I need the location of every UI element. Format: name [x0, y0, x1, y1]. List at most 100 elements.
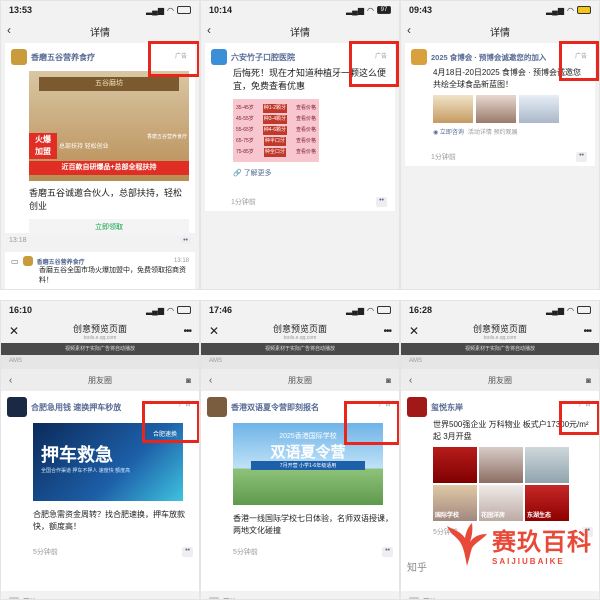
- price-row[interactable]: 55-65岁 种4-6颗牙 查看价格: [236, 125, 316, 136]
- post-time: 5分钟前: [33, 549, 58, 556]
- brand-name[interactable]: 香磨五谷营养食疗: [31, 52, 95, 63]
- brand-name[interactable]: 2025 食博会 · 预博会诚邀您的加入: [431, 52, 546, 63]
- price-row-age: 55-65岁: [236, 127, 254, 133]
- brand-name[interactable]: 玺悦东岸: [431, 402, 463, 413]
- learn-more-link[interactable]: 🔗 了解更多: [233, 168, 389, 178]
- ad-image[interactable]: 五谷磨坊 火爆 加盟 总部扶持 轻松创业 近百款自研爆品+总部全程扶持 香磨五谷营…: [29, 71, 189, 181]
- moments-header: ‹ 朋友圈 ◙: [1, 369, 199, 391]
- more-actions-button[interactable]: ••: [576, 152, 587, 162]
- more-actions-button[interactable]: ••: [182, 547, 193, 557]
- price-row[interactable]: 65-75岁 种半口牙 查看价格: [236, 136, 316, 147]
- battery-icon: [177, 6, 191, 14]
- back-icon[interactable]: ‹: [409, 375, 412, 386]
- back-icon[interactable]: ‹: [9, 375, 12, 386]
- ad-image-grid[interactable]: [433, 95, 589, 123]
- comment-icon: ▭: [11, 256, 19, 266]
- ad-image-thumb[interactable]: [525, 447, 569, 483]
- preview-title-bar: ✕ 创意预览页面 tools.e.qq.com •••: [201, 319, 399, 343]
- price-row-link[interactable]: 查看价格: [296, 126, 316, 135]
- more-icon[interactable]: •••: [383, 326, 391, 337]
- back-icon[interactable]: ‹: [207, 23, 211, 37]
- back-icon[interactable]: ‹: [7, 23, 11, 37]
- wifi-icon: ◠: [367, 5, 374, 15]
- preview-page-domain: tools.e.qq.com: [83, 334, 117, 341]
- image-sub-text: 7月开营 小学1-6年级适用: [251, 461, 365, 470]
- brand-avatar[interactable]: [411, 49, 427, 65]
- brand-avatar[interactable]: [11, 49, 27, 65]
- post-time: 1分钟前: [231, 199, 256, 206]
- close-icon[interactable]: ✕: [209, 324, 219, 338]
- price-table[interactable]: 35-45岁 种1-2颗牙 查看价格 45-55岁 种3-4颗牙 查看价格 55-65岁 种4…: [233, 99, 319, 162]
- back-icon[interactable]: ‹: [407, 23, 411, 37]
- image-banner: 五谷磨坊: [39, 77, 179, 91]
- claim-button[interactable]: 立即领取: [29, 219, 189, 235]
- next-post[interactable]: 网信: [1, 591, 199, 599]
- more-icon[interactable]: •••: [583, 326, 591, 337]
- comment-card[interactable]: ▭ 香磨五谷营养食疗 13:18 香磨五谷全国市场火爆加盟中，免费领取招商资料！: [5, 252, 195, 289]
- battery-icon: [577, 306, 591, 314]
- screenshot-panel-1: 13:53 ▂▄▆ ◠ ‹ 详情 香磨五谷营养食疗 广告 五谷磨坊 火爆 加盟 总部…: [0, 0, 200, 290]
- camera-icon[interactable]: ◙: [186, 376, 191, 385]
- camera-icon[interactable]: ◙: [386, 376, 391, 385]
- status-time: 10:14: [209, 5, 233, 15]
- signal-icon: ▂▄▆: [146, 305, 165, 315]
- close-icon[interactable]: ✕: [9, 324, 19, 338]
- close-icon[interactable]: ✕: [409, 324, 419, 338]
- brand-avatar[interactable]: [7, 397, 27, 417]
- price-row[interactable]: 45-55岁 种3-4颗牙 查看价格: [236, 114, 316, 125]
- franchise-badge: 火爆 加盟: [29, 133, 57, 159]
- price-row-link[interactable]: 查看价格: [296, 115, 316, 124]
- more-actions-button[interactable]: ••: [376, 197, 387, 207]
- camera-icon[interactable]: ◙: [586, 376, 591, 385]
- image-small-text: 全国合作渠道 押车不押人 速度快 额度高: [41, 468, 131, 474]
- price-row[interactable]: 35-45岁 种1-2颗牙 查看价格: [236, 103, 316, 114]
- ams-label: AMS: [401, 355, 599, 369]
- preview-page-domain: tools.e.qq.com: [283, 334, 317, 341]
- status-time: 16:10: [9, 305, 33, 315]
- ad-image-thumb[interactable]: 花园洋房: [479, 485, 523, 521]
- activity-links[interactable]: 活动详情 预约观展: [468, 127, 518, 136]
- moments-title: 朋友圈: [288, 375, 312, 385]
- nav-bar: ‹ 详情: [1, 19, 199, 43]
- post-time: 13:18: [9, 237, 27, 244]
- next-post[interactable]: 网信: [201, 591, 399, 599]
- consult-button[interactable]: ◉ 立即咨询: [433, 127, 464, 136]
- brand-avatar[interactable]: [207, 397, 227, 417]
- brand-name[interactable]: 香港双语夏令营即刻报名: [231, 402, 319, 413]
- ad-image-grid[interactable]: 国际学校 花园洋房 东湖生态: [433, 447, 593, 521]
- screenshot-panel-5: 17:46 ▂▄▆ ◠ ✕ 创意预览页面 tools.e.qq.com ••• 视频…: [200, 300, 400, 600]
- price-row-link[interactable]: 查看价格: [296, 148, 316, 157]
- more-icon[interactable]: •••: [183, 326, 191, 337]
- brand-name[interactable]: 六安竹子口腔医院: [231, 52, 295, 63]
- more-actions-button[interactable]: ••: [382, 547, 393, 557]
- back-icon[interactable]: ‹: [209, 375, 212, 386]
- image-slogan-2: 近百款自研爆品+总部全程扶持: [29, 161, 189, 175]
- ad-image-thumb[interactable]: [479, 447, 523, 483]
- price-row[interactable]: 75-85岁 种全口牙 查看价格: [236, 147, 316, 158]
- ad-image-thumb[interactable]: [433, 95, 473, 123]
- comment-time: 13:18: [173, 258, 189, 264]
- status-bar: 10:14 ▂▄▆ ◠ 97: [201, 1, 399, 19]
- nav-bar: ‹ 详情: [201, 19, 399, 43]
- moments-header: ‹ 朋友圈 ◙: [201, 369, 399, 391]
- next-post[interactable]: 网信: [401, 591, 599, 599]
- price-row-link[interactable]: 查看价格: [296, 104, 316, 113]
- ad-image-thumb[interactable]: [476, 95, 516, 123]
- battery-icon: [577, 6, 591, 14]
- ad-image-thumb[interactable]: 国际学校: [433, 485, 477, 521]
- price-row-link[interactable]: 查看价格: [296, 137, 316, 146]
- ad-image-thumb[interactable]: 东湖生态: [525, 485, 569, 521]
- brand-avatar[interactable]: [407, 397, 427, 417]
- brand-name[interactable]: 合肥急用钱 速换押车秒放: [31, 402, 121, 413]
- preview-title-bar: ✕ 创意预览页面 tools.e.qq.com •••: [1, 319, 199, 343]
- comment-avatar: [22, 256, 33, 266]
- moments-header: ‹ 朋友圈 ◙: [401, 369, 599, 391]
- ad-image-thumb[interactable]: [433, 447, 477, 483]
- more-actions-button[interactable]: ••: [180, 237, 191, 244]
- ad-image-thumb[interactable]: [519, 95, 559, 123]
- status-bar: 09:43 ▂▄▆ ◠: [401, 1, 599, 19]
- brand-avatar[interactable]: [211, 49, 227, 65]
- wifi-icon: ◠: [167, 5, 174, 15]
- page-title: 详情: [90, 27, 110, 39]
- price-row-plan: 种3-4颗牙: [262, 115, 287, 124]
